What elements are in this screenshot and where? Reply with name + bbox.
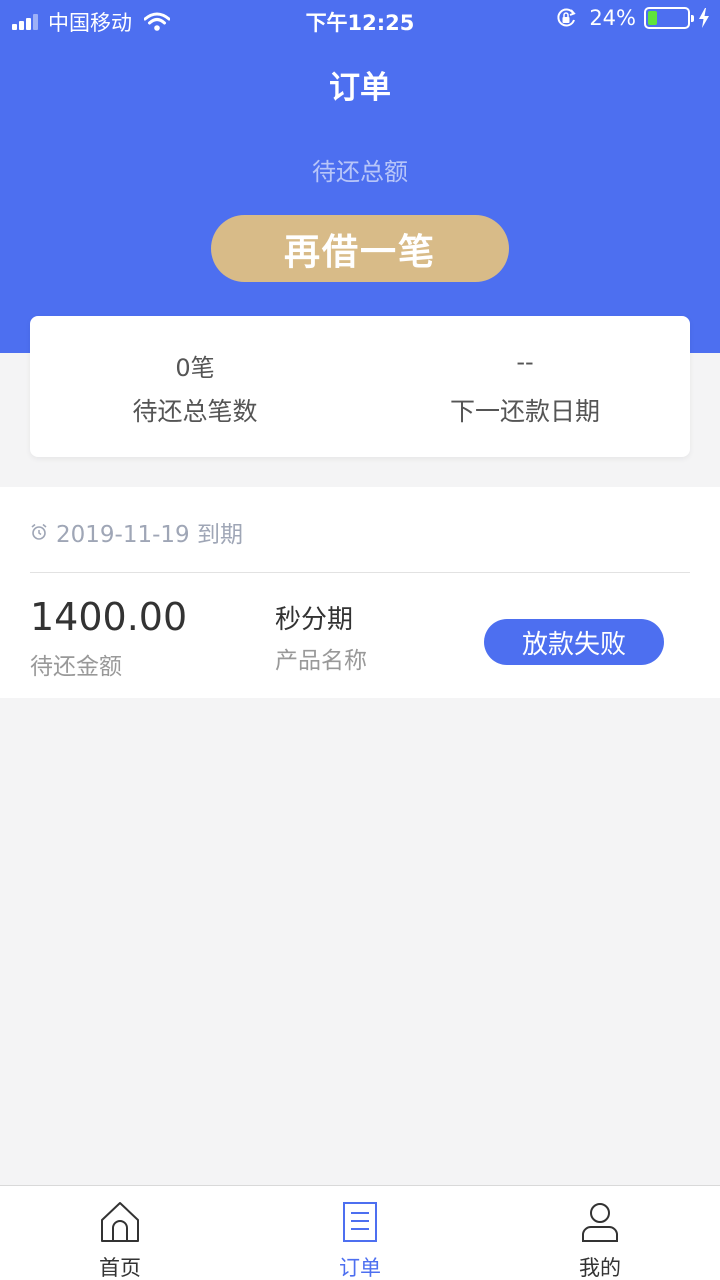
total-due-label: 待还总额 [312,158,408,186]
page-title: 订单 [329,70,391,106]
pending-count-value: 0笔 [175,354,215,382]
next-repayment-date-label: 下一还款日期 [449,397,600,426]
next-repayment-date-value: -- [516,348,534,376]
orders-icon [343,1202,377,1242]
borrow-again-button[interactable]: 再借一笔 [211,215,509,282]
due-date: 2019-11-19 到期 [56,522,243,548]
tab-profile[interactable]: 我的 [480,1186,720,1280]
battery-percent: 24% [589,6,636,30]
pending-count-label: 待还总笔数 [132,397,258,426]
alarm-clock-icon [31,523,47,540]
profile-icon [582,1203,618,1242]
summary-card: 0笔 待还总笔数 -- 下一还款日期 [30,316,690,457]
home-icon [101,1202,139,1242]
tab-profile-label: 我的 [579,1256,621,1280]
tab-orders[interactable]: 订单 [240,1186,480,1280]
product-name-label: 产品名称 [275,648,367,674]
loan-status-button[interactable]: 放款失败 [484,619,664,665]
tab-bar: 首页 订单 我的 [0,1185,720,1280]
battery-icon [644,7,694,29]
charging-bolt-icon [699,8,709,28]
status-bar: 中国移动 下午12:25 24% [0,0,720,40]
tab-home[interactable]: 首页 [0,1186,240,1280]
divider [30,572,690,573]
tab-home-label: 首页 [99,1256,141,1280]
order-card[interactable]: 2019-11-19 到期 1400.00 待还金额 秒分期 产品名称 放款失败 [0,487,720,698]
rotation-lock-icon [557,8,577,27]
amount-label: 待还金额 [30,654,122,680]
tab-orders-label: 订单 [339,1256,381,1280]
product-name-value: 秒分期 [275,605,354,635]
amount-value: 1400.00 [30,595,188,639]
